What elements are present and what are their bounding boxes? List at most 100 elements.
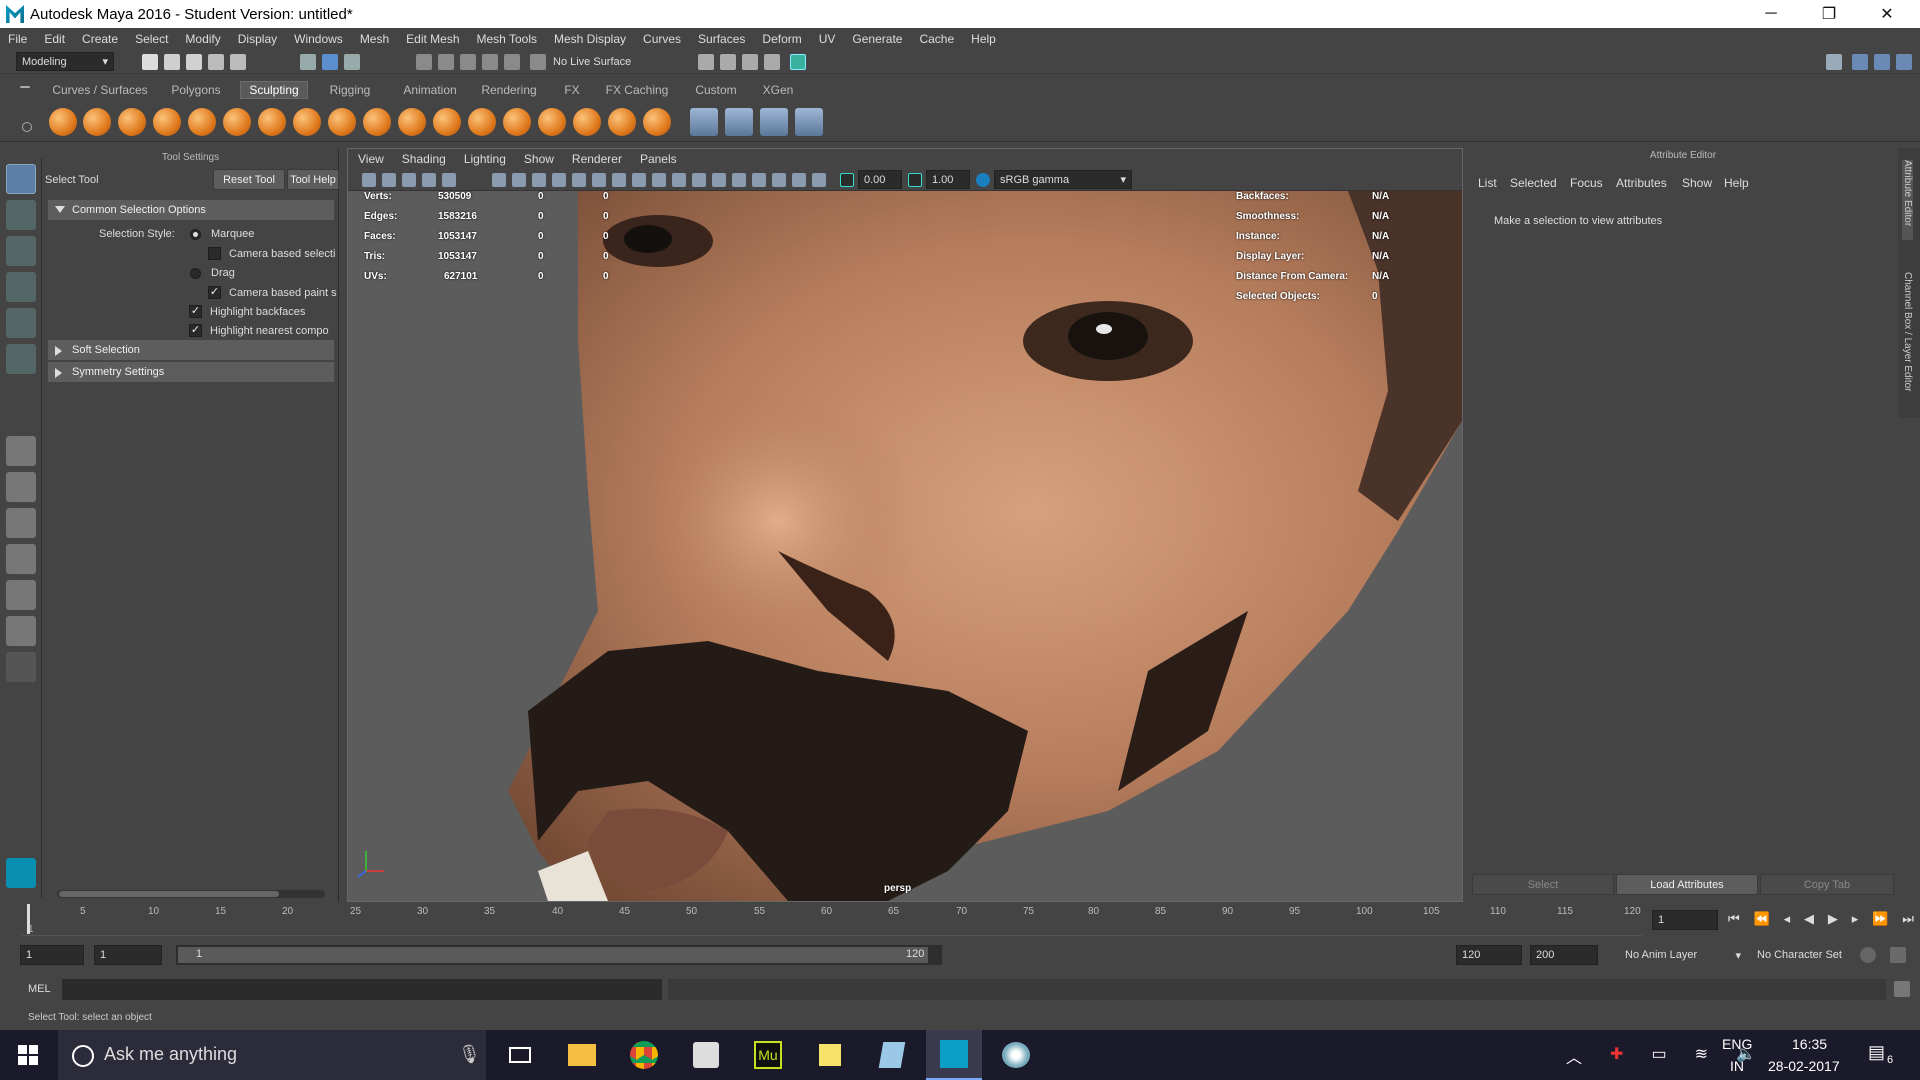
anti-aliasing-icon[interactable] [632, 173, 646, 187]
snap-point-icon[interactable] [460, 54, 476, 70]
convert-to-frozen-icon[interactable] [690, 108, 718, 136]
smooth-shade-icon[interactable] [512, 173, 526, 187]
step-forward-key-icon[interactable]: ⏩ [1872, 911, 1888, 929]
end-time-field[interactable]: 120 [1456, 945, 1522, 965]
tab-fx[interactable]: FX [556, 81, 588, 99]
lasso-tool-icon[interactable] [6, 200, 36, 230]
attr-menu-selected[interactable]: Selected [1510, 176, 1557, 190]
minimize-button[interactable]: ─ [1742, 0, 1800, 28]
mel-label[interactable]: MEL [28, 983, 51, 995]
menu-help[interactable]: Help [971, 32, 996, 46]
time-ruler[interactable]: 1 5 10 15 20 25 30 35 40 45 50 55 60 65 … [22, 902, 1642, 936]
depth-of-field-icon[interactable] [652, 173, 666, 187]
step-back-key-icon[interactable]: ⏪ [1754, 911, 1770, 929]
step-forward-frame-icon[interactable]: ▸ [1852, 911, 1859, 929]
render-view-icon[interactable] [698, 54, 714, 70]
symmetry-settings-section[interactable]: Symmetry Settings [48, 362, 334, 382]
camera-based-paint-checkbox[interactable]: ✓ [208, 286, 221, 299]
repeat-tool-icon[interactable] [328, 108, 356, 136]
camera-attributes-icon[interactable] [382, 173, 396, 187]
pinch-tool-icon[interactable] [188, 108, 216, 136]
render-frame-icon[interactable] [720, 54, 736, 70]
motion-blur-icon[interactable] [612, 173, 626, 187]
undo-icon[interactable] [208, 54, 224, 70]
scene-render[interactable]: Verts: 530509 0 0 Edges: 1583216 0 0 Fac… [348, 191, 1462, 901]
anim-layer-dropdown[interactable]: No Anim Layer ▾ [1620, 945, 1746, 965]
tab-attribute-editor[interactable]: Attribute Editor [1902, 160, 1913, 240]
color-management-icon[interactable] [976, 173, 990, 187]
attr-menu-list[interactable]: List [1478, 176, 1497, 190]
menu-create[interactable]: Create [82, 32, 118, 46]
move-tool-icon[interactable] [6, 272, 36, 302]
relax-tool-icon[interactable] [118, 108, 146, 136]
ipr-render-icon[interactable] [742, 54, 758, 70]
load-attributes-button[interactable]: Load Attributes [1616, 874, 1758, 895]
tab-curves-surfaces[interactable]: Curves / Surfaces [48, 81, 152, 99]
range-slider[interactable]: 1 120 [176, 945, 942, 965]
smear-tool-icon[interactable] [538, 108, 566, 136]
ambient-occlusion-icon[interactable] [592, 173, 606, 187]
smooth-tool-icon[interactable] [83, 108, 111, 136]
flatten-tool-icon[interactable] [223, 108, 251, 136]
select-button[interactable]: Select [1472, 874, 1614, 895]
viewport-menu-panels[interactable]: Panels [640, 152, 677, 166]
persp-graph-layout-icon[interactable] [6, 544, 36, 574]
snap-curve-icon[interactable] [438, 54, 454, 70]
menu-mesh-tools[interactable]: Mesh Tools [477, 32, 537, 46]
select-by-component-icon[interactable] [344, 54, 360, 70]
knife-tool-icon[interactable] [503, 108, 531, 136]
custom-layout-icon[interactable] [6, 652, 36, 682]
close-button[interactable]: ✕ [1858, 0, 1916, 28]
modeling-toolkit-icon[interactable] [1826, 54, 1842, 70]
grab-tool-icon[interactable] [153, 108, 181, 136]
hypershade-icon[interactable] [790, 54, 806, 70]
tab-sculpting[interactable]: Sculpting [240, 81, 308, 99]
sticky-notes-icon[interactable] [802, 1030, 858, 1080]
task-view-icon[interactable] [492, 1030, 548, 1080]
shadows-icon[interactable] [572, 173, 586, 187]
go-to-start-icon[interactable]: ⏮ [1728, 911, 1740, 929]
chrome-icon[interactable] [616, 1030, 672, 1080]
battery-icon[interactable]: ▭ [1651, 1044, 1666, 1066]
shelf-gear-icon[interactable] [22, 122, 32, 132]
soft-selection-section[interactable]: Soft Selection [48, 340, 334, 360]
resolution-gate-icon[interactable] [752, 173, 766, 187]
grid-icon[interactable] [442, 173, 456, 187]
tab-custom[interactable]: Custom [688, 81, 744, 99]
play-backwards-icon[interactable]: ◀ [1804, 911, 1814, 929]
tab-animation[interactable]: Animation [394, 81, 466, 99]
windows-start-icon[interactable] [0, 1030, 56, 1080]
shelf-menu-icon[interactable] [20, 86, 30, 88]
tool-settings-toggle-icon[interactable] [1874, 54, 1890, 70]
auto-key-icon[interactable] [1860, 947, 1876, 963]
magnet-icon[interactable] [530, 54, 546, 70]
channel-box-toggle-icon[interactable] [1896, 54, 1912, 70]
rotate-tool-icon[interactable] [6, 308, 36, 338]
common-selection-section[interactable]: Common Selection Options [48, 200, 334, 220]
file-explorer-icon[interactable] [554, 1030, 610, 1080]
start-time-field[interactable]: 1 [20, 945, 84, 965]
scale-tool-icon[interactable] [6, 344, 36, 374]
bookmark-icon[interactable] [402, 173, 416, 187]
attr-menu-focus[interactable]: Focus [1570, 176, 1603, 190]
attribute-editor-toggle-icon[interactable] [1852, 54, 1868, 70]
clock-date[interactable]: 28-02-2017 [1768, 1058, 1840, 1074]
clock-time[interactable]: 16:35 [1792, 1036, 1827, 1052]
highlight-backfaces-checkbox[interactable]: ✓ [189, 305, 202, 318]
viewport-menu-shading[interactable]: Shading [402, 152, 446, 166]
four-view-layout-icon[interactable] [6, 472, 36, 502]
select-camera-icon[interactable] [362, 173, 376, 187]
select-tool-icon[interactable] [6, 164, 36, 194]
xray-joints-icon[interactable] [692, 173, 706, 187]
script-editor-icon[interactable] [1894, 981, 1910, 997]
copy-tab-button[interactable]: Copy Tab [1760, 874, 1894, 895]
app-icon-blue[interactable] [864, 1030, 920, 1080]
tab-fx-caching[interactable]: FX Caching [602, 81, 672, 99]
range-slider-bar-fill[interactable]: 1 120 [178, 947, 928, 963]
freeze-tool-icon[interactable] [643, 108, 671, 136]
viewport-menu-renderer[interactable]: Renderer [572, 152, 622, 166]
new-scene-icon[interactable] [142, 54, 158, 70]
paint-icon[interactable] [988, 1030, 1044, 1080]
viewport-menu-lighting[interactable]: Lighting [464, 152, 506, 166]
menu-deform[interactable]: Deform [762, 32, 801, 46]
